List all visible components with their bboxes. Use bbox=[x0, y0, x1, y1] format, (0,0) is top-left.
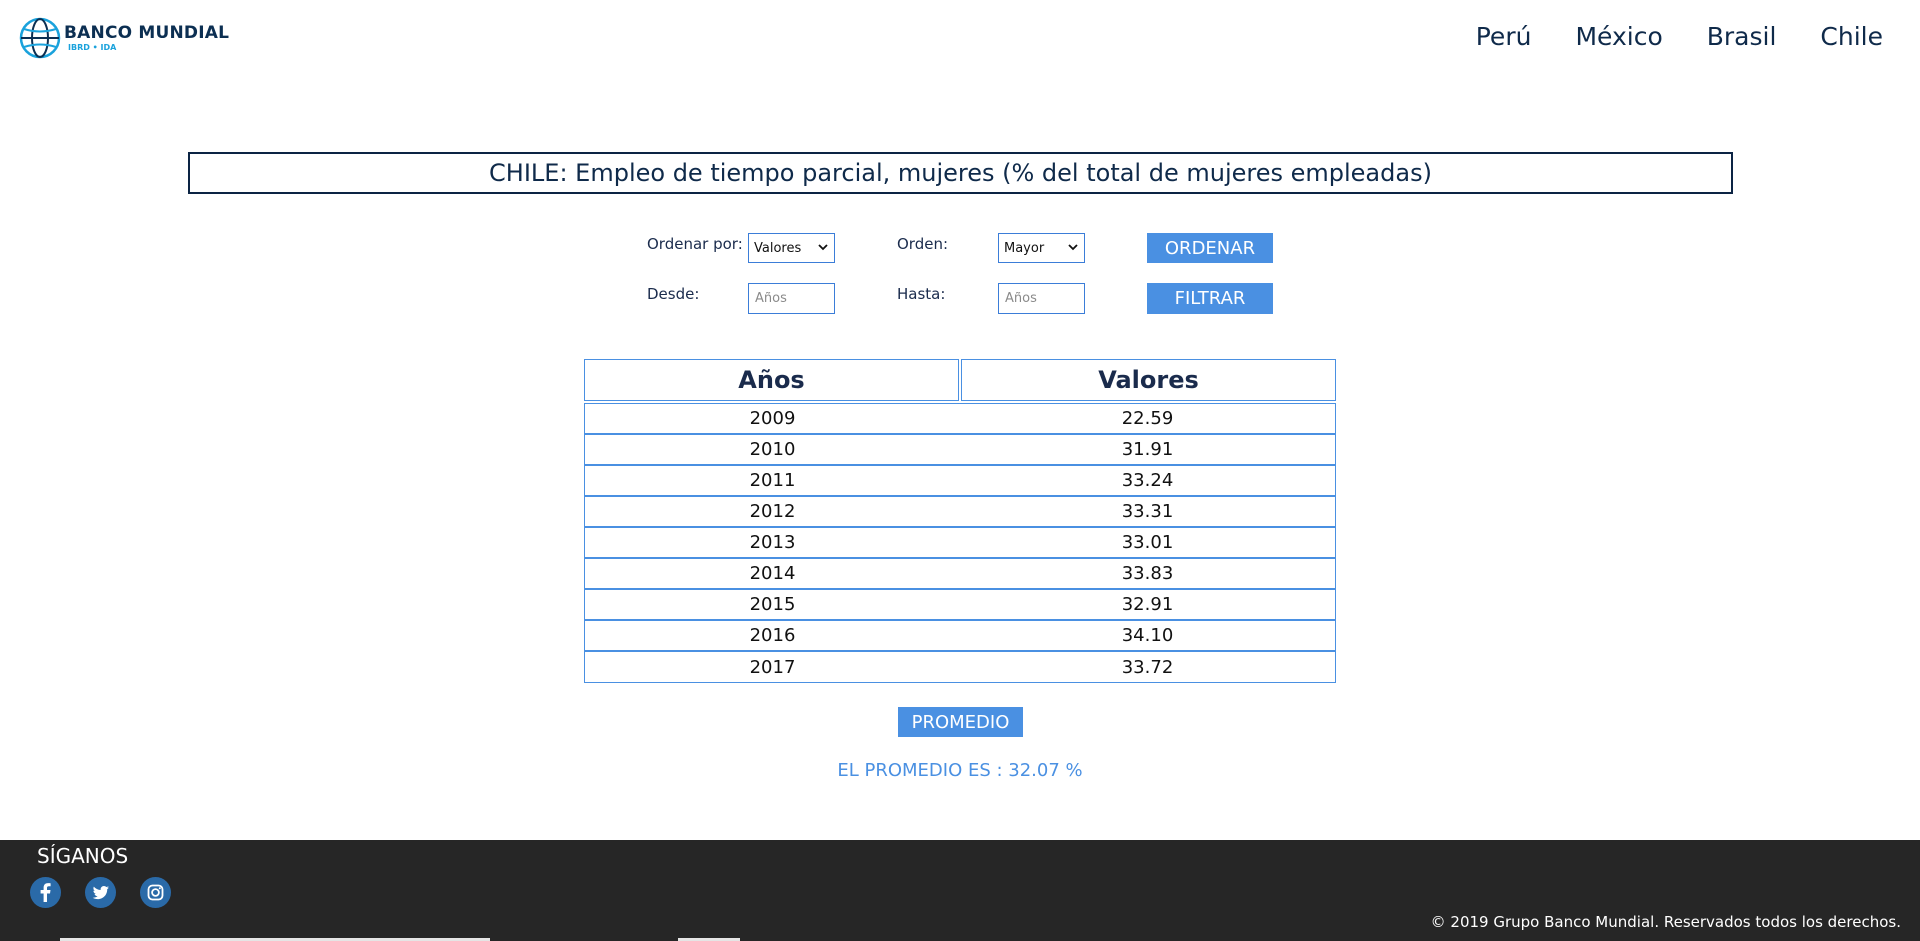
year-cell: 2014 bbox=[749, 563, 796, 584]
twitter-link[interactable] bbox=[85, 877, 116, 908]
table-row: 2015 32.91 bbox=[585, 590, 1335, 621]
order-select[interactable]: Mayor bbox=[998, 233, 1085, 263]
order-label: Orden: bbox=[897, 235, 949, 253]
filter-button[interactable]: FILTRAR bbox=[1147, 283, 1273, 314]
average-result: EL PROMEDIO ES : 32.07 % bbox=[837, 760, 1083, 781]
facebook-link[interactable] bbox=[30, 877, 61, 908]
to-label: Hasta: bbox=[897, 285, 946, 303]
table-row: 2014 33.83 bbox=[585, 559, 1335, 590]
order-value: Mayor bbox=[1004, 240, 1045, 256]
value-cell: 32.91 bbox=[1121, 594, 1174, 615]
year-cell: 2016 bbox=[749, 625, 796, 646]
header: BANCO MUNDIAL IBRD • IDA Perú México Bra… bbox=[0, 0, 1920, 80]
table-body: 2009 22.59 2010 31.91 2011 33.24 2012 33… bbox=[584, 403, 1336, 683]
table-row: 2017 33.72 bbox=[585, 652, 1335, 682]
value-cell: 31.91 bbox=[1121, 439, 1174, 460]
year-cell: 2017 bbox=[749, 656, 796, 678]
year-cell: 2015 bbox=[749, 594, 796, 615]
chevron-down-icon bbox=[818, 244, 828, 251]
value-cell: 33.01 bbox=[1121, 532, 1174, 553]
average-button[interactable]: PROMEDIO bbox=[898, 707, 1023, 737]
value-cell: 33.24 bbox=[1121, 470, 1174, 491]
twitter-icon bbox=[85, 877, 116, 908]
copyright-text: © 2019 Grupo Banco Mundial. Reservados t… bbox=[1430, 913, 1901, 931]
value-cell: 34.10 bbox=[1121, 625, 1174, 646]
logo-subtitle: IBRD • IDA bbox=[68, 42, 117, 52]
sort-button[interactable]: ORDENAR bbox=[1147, 233, 1273, 263]
year-cell: 2011 bbox=[749, 470, 796, 491]
globe-icon bbox=[19, 17, 61, 59]
facebook-icon bbox=[30, 877, 61, 908]
table-row: 2011 33.24 bbox=[585, 466, 1335, 497]
column-header-values: Valores bbox=[961, 359, 1336, 401]
nav-link-chile[interactable]: Chile bbox=[1820, 22, 1883, 51]
table-row: 2012 33.31 bbox=[585, 497, 1335, 528]
nav-link-peru[interactable]: Perú bbox=[1476, 22, 1532, 51]
value-cell: 33.31 bbox=[1121, 501, 1174, 522]
sort-by-label: Ordenar por: bbox=[647, 235, 743, 253]
page-title: CHILE: Empleo de tiempo parcial, mujeres… bbox=[489, 159, 1432, 187]
table-row: 2013 33.01 bbox=[585, 528, 1335, 559]
footer: SÍGANOS © 2019 Grupo Banco Mundial. Rese… bbox=[0, 840, 1920, 941]
nav-link-brasil[interactable]: Brasil bbox=[1707, 22, 1777, 51]
year-cell: 2009 bbox=[749, 408, 796, 429]
year-cell: 2012 bbox=[749, 501, 796, 522]
chevron-down-icon bbox=[1068, 244, 1078, 251]
value-cell: 33.83 bbox=[1121, 563, 1174, 584]
value-cell: 33.72 bbox=[1121, 656, 1174, 678]
country-nav: Perú México Brasil Chile bbox=[1432, 22, 1883, 51]
table-row: 2016 34.10 bbox=[585, 621, 1335, 652]
instagram-icon bbox=[140, 877, 171, 908]
page-title-box: CHILE: Empleo de tiempo parcial, mujeres… bbox=[188, 152, 1733, 194]
table-header: Años Valores bbox=[584, 359, 1336, 401]
value-cell: 22.59 bbox=[1121, 408, 1174, 429]
year-cell: 2013 bbox=[749, 532, 796, 553]
nav-link-mexico[interactable]: México bbox=[1575, 22, 1662, 51]
logo-wordmark: BANCO MUNDIAL bbox=[64, 22, 230, 43]
column-header-years: Años bbox=[584, 359, 959, 401]
follow-us-heading: SÍGANOS bbox=[37, 844, 129, 868]
year-cell: 2010 bbox=[749, 439, 796, 460]
from-label: Desde: bbox=[647, 285, 700, 303]
data-table: Años Valores 2009 22.59 2010 31.91 2011 … bbox=[584, 359, 1336, 683]
from-year-input[interactable] bbox=[748, 283, 835, 314]
world-bank-logo[interactable]: BANCO MUNDIAL IBRD • IDA bbox=[19, 17, 229, 59]
sort-by-value: Valores bbox=[754, 240, 802, 256]
sort-by-select[interactable]: Valores bbox=[748, 233, 835, 263]
to-year-input[interactable] bbox=[998, 283, 1085, 314]
instagram-link[interactable] bbox=[140, 877, 171, 908]
table-row: 2010 31.91 bbox=[585, 435, 1335, 466]
table-row: 2009 22.59 bbox=[585, 404, 1335, 435]
